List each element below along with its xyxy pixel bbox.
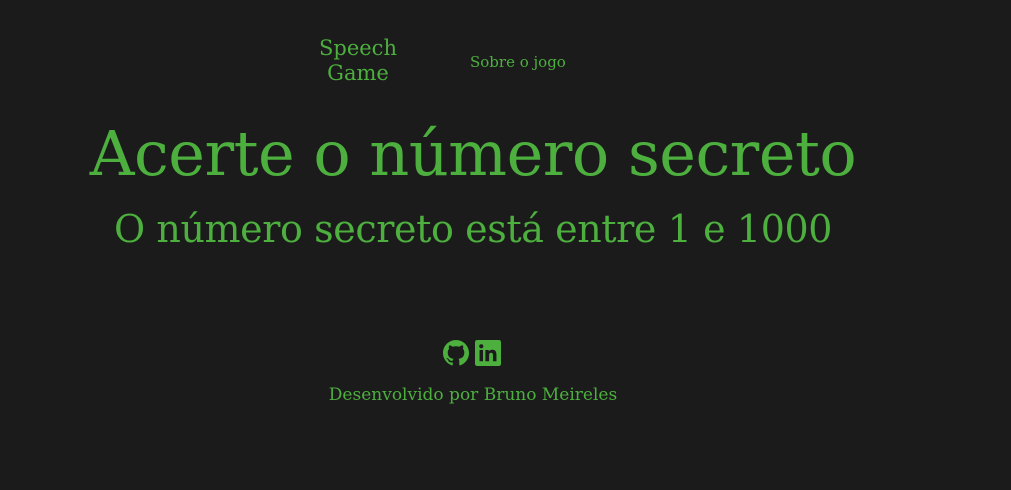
page-title: Acerte o número secreto <box>89 117 857 190</box>
page-subtitle: O número secreto está entre 1 e 1000 <box>113 207 833 251</box>
github-icon <box>443 340 469 366</box>
logo-line-2: Game <box>327 61 389 85</box>
social-links <box>443 340 501 368</box>
linkedin-link[interactable] <box>475 340 501 366</box>
page: Speech Game Sobre o jogo Acerte o número… <box>0 0 1011 490</box>
linkedin-icon <box>475 340 501 366</box>
logo-link[interactable]: Speech Game <box>308 36 408 86</box>
logo-line-1: Speech <box>319 36 397 60</box>
footer-credit: Desenvolvido por Bruno Meireles <box>328 385 618 405</box>
github-link[interactable] <box>443 340 469 366</box>
nav-about-link[interactable]: Sobre o jogo <box>470 52 566 72</box>
